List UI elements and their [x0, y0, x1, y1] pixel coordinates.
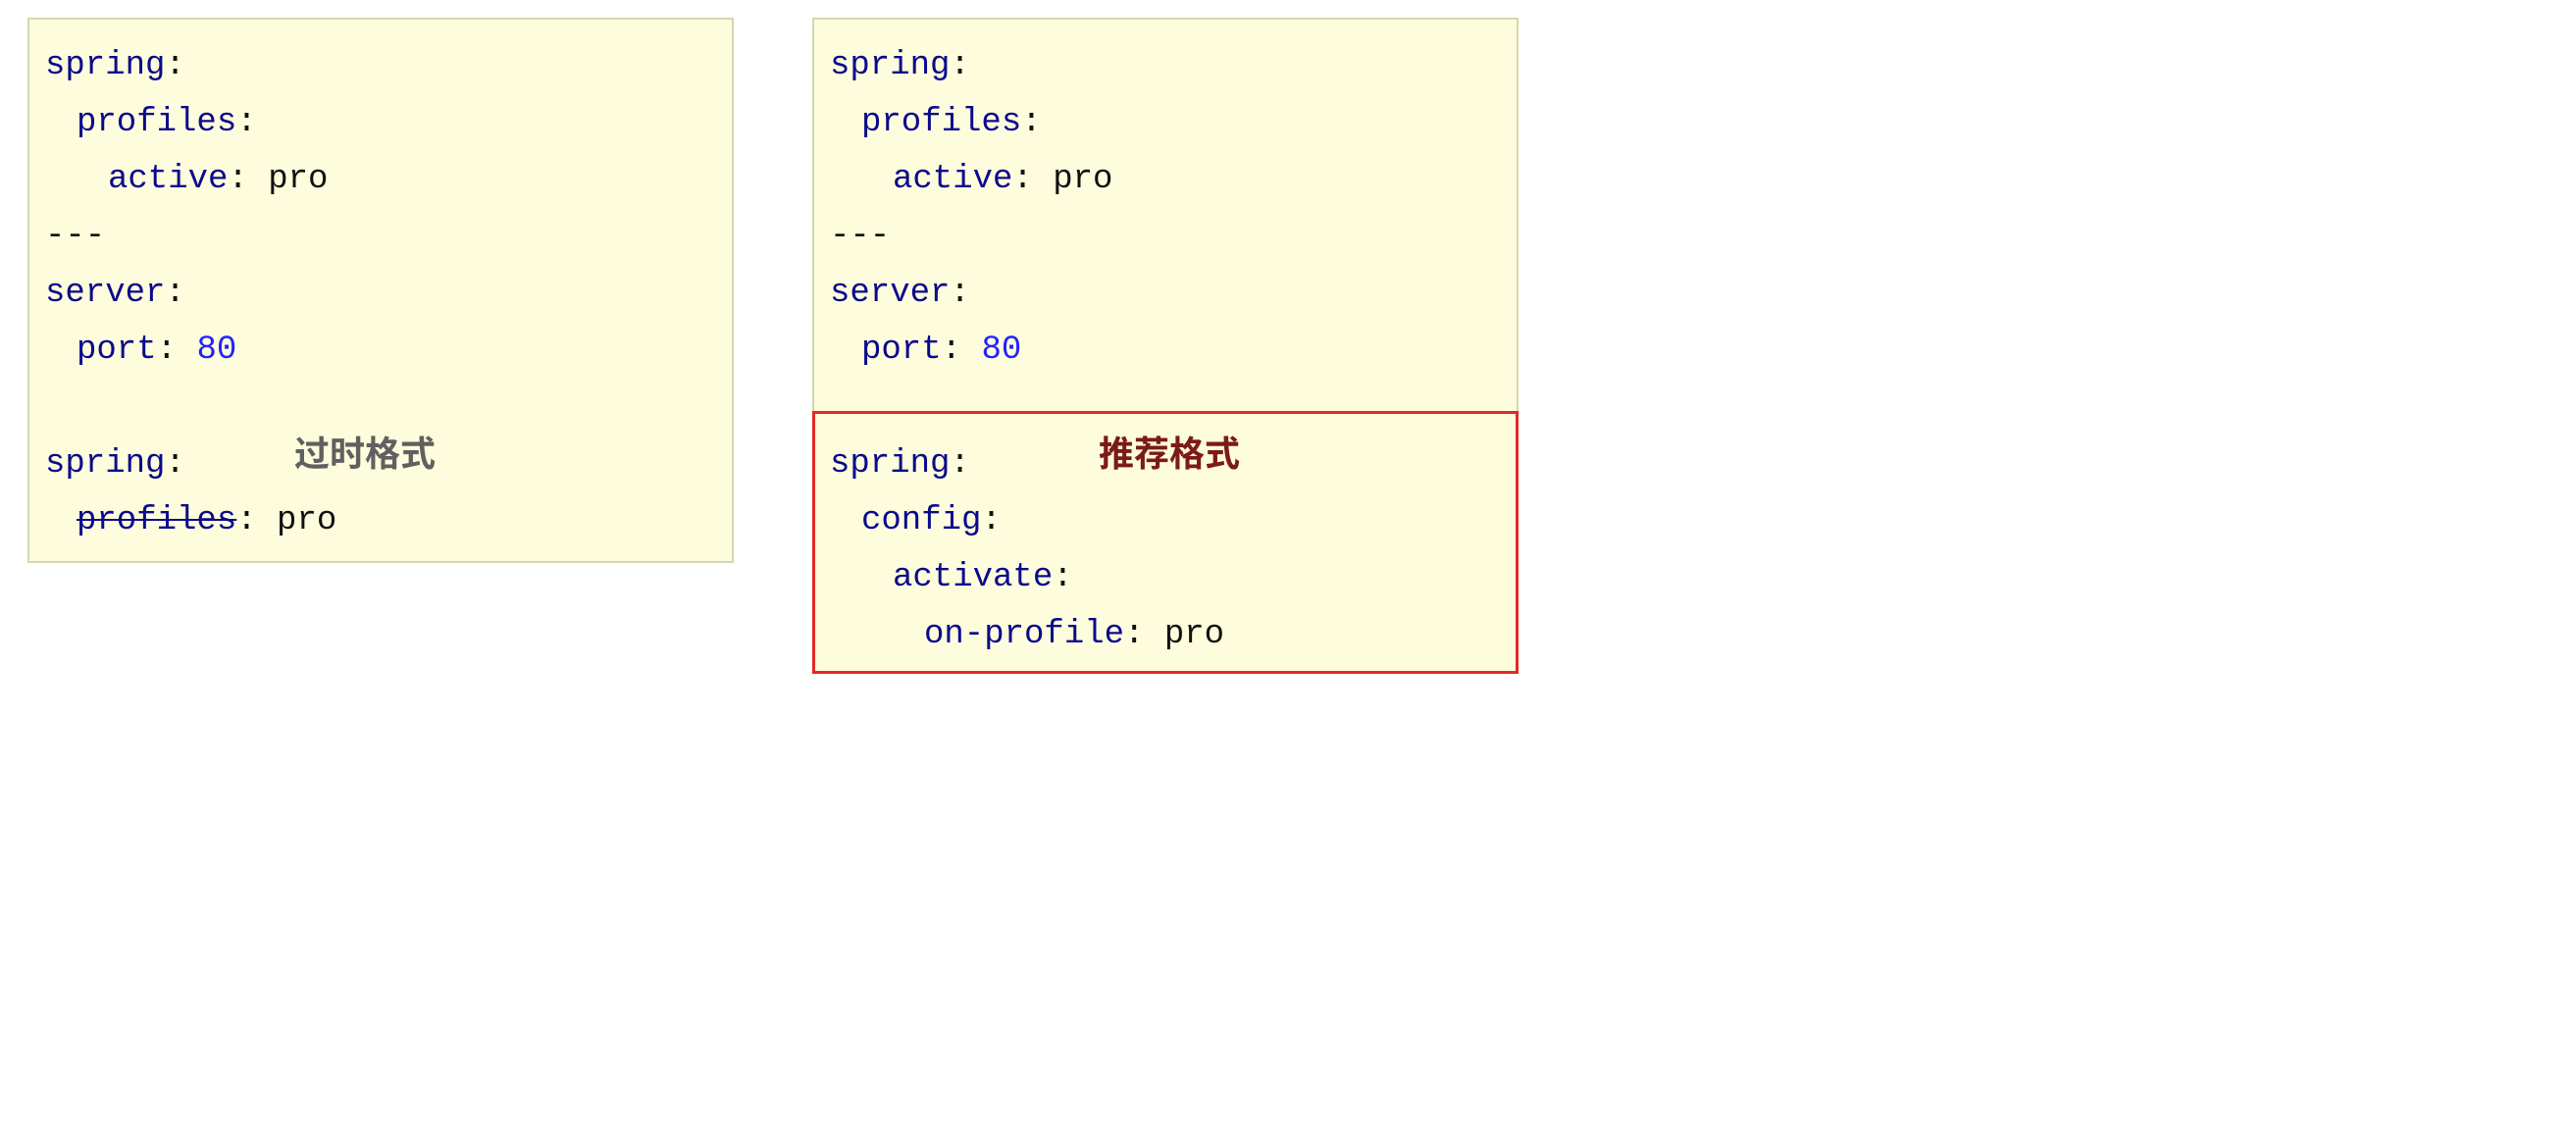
- yaml-key-server: server: [45, 275, 165, 312]
- yaml-key-spring-r2: spring: [830, 445, 950, 483]
- yaml-key-on-profile: on-profile: [924, 616, 1124, 653]
- yaml-key-profiles-r: profiles: [861, 104, 1021, 141]
- yaml-key-config: config: [861, 502, 981, 539]
- annotation-deprecated: 过时格式: [294, 426, 436, 477]
- annotation-recommended: 推荐格式: [1099, 426, 1240, 477]
- yaml-key-server-r: server: [830, 275, 950, 312]
- yaml-value-pro-r2: pro: [1164, 616, 1224, 653]
- yaml-value-pro-2: pro: [277, 502, 336, 539]
- yaml-value-pro-r: pro: [1053, 161, 1112, 198]
- yaml-key-profiles-deprecated: profiles: [77, 502, 236, 539]
- code-panel-recommended: spring: profiles: active: pro --- server…: [812, 18, 1519, 673]
- yaml-value-pro: pro: [268, 161, 328, 198]
- yaml-key-port-r: port: [861, 332, 942, 369]
- yaml-key-port: port: [77, 332, 157, 369]
- yaml-value-port-r: 80: [981, 332, 1021, 369]
- yaml-doc-separator: ---: [45, 218, 105, 255]
- yaml-key-spring: spring: [45, 47, 165, 84]
- yaml-key-active-r: active: [893, 161, 1012, 198]
- yaml-key-activate: activate: [893, 559, 1053, 596]
- yaml-key-spring-r: spring: [830, 47, 950, 84]
- yaml-doc-separator-r: ---: [830, 218, 890, 255]
- code-panel-deprecated: spring: profiles: active: pro --- server…: [27, 18, 734, 563]
- yaml-key-active: active: [108, 161, 228, 198]
- yaml-value-port: 80: [196, 332, 236, 369]
- yaml-key-profiles: profiles: [77, 104, 236, 141]
- yaml-code-recommended: spring: profiles: active: pro --- server…: [830, 37, 1501, 663]
- yaml-key-spring-2: spring: [45, 445, 165, 483]
